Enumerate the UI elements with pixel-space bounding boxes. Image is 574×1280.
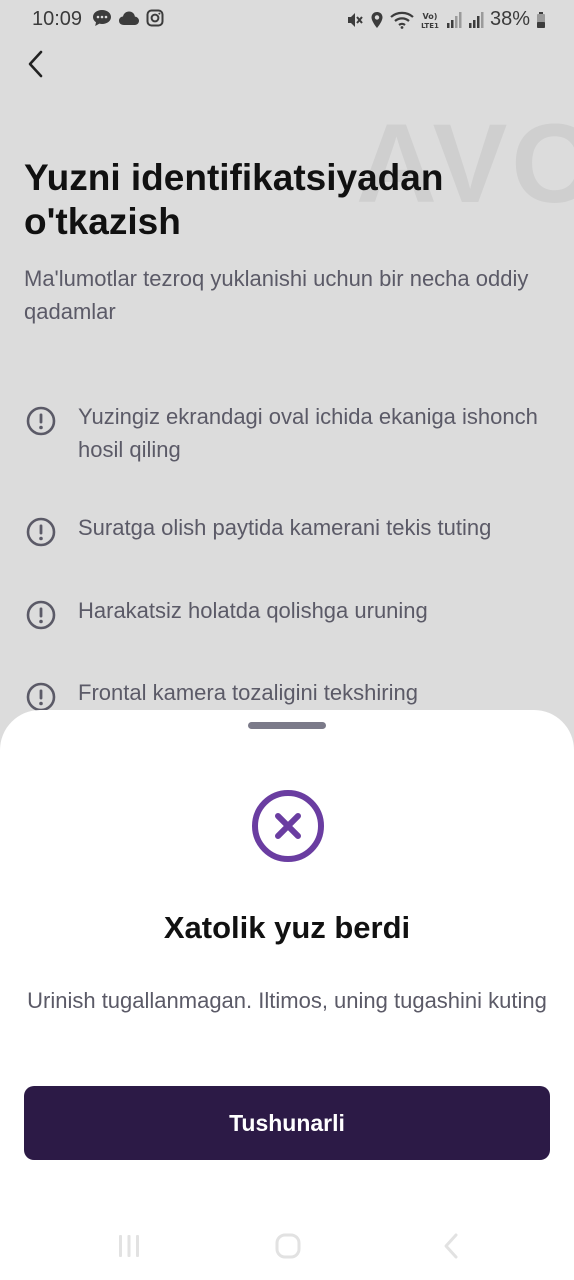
list-item: Harakatsiz holatda qolishga uruning: [24, 594, 550, 632]
svg-text:Vo): Vo): [423, 12, 438, 21]
page-title: Yuzni identifikatsiyadan o'tkazish: [24, 157, 444, 242]
tip-text: Harakatsiz holatda qolishga uruning: [78, 598, 428, 623]
error-x-circle-icon: [252, 790, 324, 862]
list-item: Frontal kamera tozaligini tekshiring: [24, 676, 550, 714]
chevron-left-icon: [28, 50, 43, 78]
status-time: 10:09: [32, 8, 83, 30]
exclamation-circle-icon: [26, 600, 56, 630]
understood-button[interactable]: Tushunarli: [24, 1086, 550, 1160]
system-nav-bar: [0, 1210, 574, 1280]
status-bar: 10:09 Vo) LTE1 38%: [0, 0, 574, 40]
signal-icon: [446, 11, 462, 28]
list-item: Suratga olish paytida kamerani tekis tut…: [24, 511, 550, 549]
sheet-drag-handle[interactable]: [248, 722, 326, 729]
svg-text:LTE1: LTE1: [421, 22, 439, 29]
exclamation-circle-icon: [26, 406, 56, 436]
battery-icon: [537, 11, 545, 28]
sheet-message: Urinish tugallanmagan. Iltimos, uning tu…: [27, 988, 547, 1013]
mute-icon: [347, 12, 363, 27]
volte-icon: Vo) LTE1: [421, 12, 439, 29]
status-left-icons: [92, 9, 164, 27]
instagram-icon: [146, 9, 164, 27]
recent-apps-button[interactable]: [109, 1230, 149, 1262]
back-button[interactable]: [18, 46, 54, 82]
home-icon: [275, 1233, 301, 1259]
nav-back-button[interactable]: [431, 1230, 471, 1262]
exclamation-circle-icon: [26, 682, 56, 712]
sheet-title: Xatolik yuz berdi: [163, 910, 411, 945]
location-icon: [371, 11, 383, 28]
tip-text: Suratga olish paytida kamerani tekis tut…: [78, 515, 492, 540]
error-bottom-sheet: Xatolik yuz berdi Urinish tugallanmagan.…: [0, 710, 574, 1280]
status-right-icons: Vo) LTE1 38%: [346, 8, 546, 31]
recent-apps-icon: [119, 1235, 139, 1257]
screen: 10:09 Vo) LTE1 38% AVO Yuzni identifikat…: [0, 0, 574, 1280]
exclamation-circle-icon: [26, 517, 56, 547]
wifi-icon: [390, 11, 414, 29]
cloud-icon: [119, 11, 139, 25]
signal-icon: [468, 11, 484, 28]
page-subtitle: Ma'lumotlar tezroq yuklanishi uchun bir …: [24, 266, 529, 324]
tip-text: Frontal kamera tozaligini tekshiring: [78, 680, 418, 705]
back-icon: [444, 1233, 458, 1259]
home-button[interactable]: [268, 1230, 308, 1262]
list-item: Yuzingiz ekrandagi oval ichida ekaniga i…: [24, 400, 550, 466]
battery-percent: 38%: [489, 8, 530, 30]
chat-bubble-icon: [93, 10, 111, 26]
tip-text: Yuzingiz ekrandagi oval ichida ekaniga i…: [78, 404, 538, 462]
